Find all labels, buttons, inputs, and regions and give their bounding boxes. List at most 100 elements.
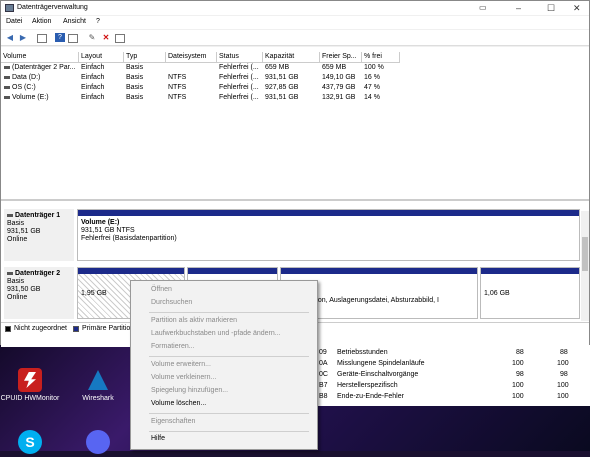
cell-percent-free: 47 % [364,84,380,91]
attr-current: 100 [512,393,524,400]
edit-icon[interactable]: ✎ [87,33,97,42]
menu-bar: Datei Aktion Ansicht ? [1,16,589,29]
menu-datei[interactable]: Datei [6,18,22,25]
cell-type: Basis [126,64,144,71]
attr-worst: 98 [560,371,568,378]
cell-status: Fehlerfrei (... [219,74,259,81]
app-icon [5,4,14,12]
col-status[interactable]: Status [217,52,263,63]
menu-item-open[interactable]: Öffnen [151,285,172,295]
menu-separator [149,312,309,313]
menu-help[interactable]: ? [96,18,100,25]
cell-volume: OS (C:) [4,83,79,93]
desktop-icon-skype[interactable]: S [0,430,60,457]
close-button[interactable]: ✕ [573,3,581,14]
cell-layout: Einfach [81,74,105,81]
delete-icon[interactable]: ✕ [101,33,111,42]
partition-disk2-4[interactable]: 1,06 GB [480,267,580,319]
scrollbar-thumb[interactable] [582,237,588,271]
snap-icon[interactable]: ▭ [479,3,487,12]
volume-name: OS (C:) [12,84,36,91]
cell-percent-free: 16 % [364,74,380,81]
vertical-scrollbar[interactable] [581,211,589,321]
cell-capacity: 927,85 GB [265,84,299,91]
forward-icon[interactable]: ▶ [18,33,28,42]
attr-worst: 100 [557,393,569,400]
attr-id: B7 [319,382,328,389]
attr-current: 100 [512,382,524,389]
legend-unallocated: Nicht zugeordnet [14,325,67,332]
cell-volume: Volume (E:) [4,93,79,103]
table-row: 0C Geräte-Einschaltvorgänge 98 98 [314,370,590,381]
table-row[interactable]: Data (D:) Einfach Basis NTFS Fehlerfrei … [1,73,589,83]
cell-volume: (Datenträger 2 Par... [4,63,79,73]
col-percent-free[interactable]: % frei [362,52,400,63]
unallocated-swatch [5,326,11,332]
disk-2-label[interactable]: Datenträger 2 Basis 931,50 GB Online [4,267,74,319]
attr-id: 09 [319,349,327,356]
cell-capacity: 659 MB [265,64,290,71]
menu-item-format[interactable]: Formatieren... [151,342,195,352]
primary-partition-bar [281,268,477,274]
col-free-space[interactable]: Freier Sp... [320,52,362,63]
menu-separator [149,413,309,414]
menu-item-change-drive-letter[interactable]: Laufwerkbuchstaben und -pfade ändern... [151,329,281,339]
minimize-button[interactable]: – [516,3,521,13]
disk-1-label[interactable]: Datenträger 1 Basis 931,51 GB Online [4,209,74,261]
cell-filesystem: NTFS [168,94,187,101]
menu-item-add-mirror[interactable]: Spiegelung hinzufügen... [151,386,228,396]
smart-attributes-table: 09 Betriebsstunden 88 88 0A Misslungene … [313,345,590,406]
disk-status: Online [7,294,28,301]
volume-name: Data (D:) [12,74,41,81]
maximize-button[interactable]: ☐ [547,3,555,14]
properties-icon[interactable] [115,34,125,43]
desktop-icon-hwmonitor[interactable]: CPUID HWMonitor [0,368,60,402]
table-row[interactable]: (Datenträger 2 Par... Einfach Basis Fehl… [1,63,589,73]
menu-item-browse[interactable]: Durchsuchen [151,298,192,308]
col-volume[interactable]: Volume [1,52,79,63]
disk-name: Datenträger 1 [15,212,61,219]
window-title: Datenträgerverwaltung [17,4,88,11]
table-row: 09 Betriebsstunden 88 88 [314,348,590,359]
table-row: B7 Herstellerspezifisch 100 100 [314,381,590,392]
cell-filesystem: NTFS [168,74,187,81]
partition-size: 1,06 GB [484,290,510,297]
grid-icon[interactable] [37,34,47,43]
cell-type: Basis [126,94,144,101]
discord-icon [86,430,110,454]
disk-size: 931,50 GB [7,286,41,293]
help-icon[interactable]: ? [55,33,65,42]
attr-current: 88 [516,349,524,356]
table-row[interactable]: Volume (E:) Einfach Basis NTFS Fehlerfre… [1,93,589,103]
table-row: B8 Ende-zu-Ende-Fehler 100 100 [314,392,590,403]
col-type[interactable]: Typ [124,52,166,63]
primary-partition-bar [188,268,277,274]
primary-partition-bar [78,268,184,274]
list-icon[interactable] [68,34,78,43]
primary-partition-bar [78,210,579,216]
partition-volume-e[interactable]: Volume (E:) 931,51 GB NTFS Fehlerfrei (B… [77,209,580,261]
menu-aktion[interactable]: Aktion [32,18,51,25]
menu-item-properties[interactable]: Eigenschaften [151,417,195,427]
menu-item-extend-volume[interactable]: Volume erweitern... [151,360,211,370]
menu-item-mark-active[interactable]: Partition als aktiv markieren [151,316,237,326]
title-bar[interactable]: Datenträgerverwaltung ▭ – ☐ ✕ [1,1,589,15]
desktop-icon-wireshark[interactable]: Wireshark [68,368,128,402]
col-filesystem[interactable]: Dateisystem [166,52,217,63]
col-capacity[interactable]: Kapazität [263,52,320,63]
cell-status: Fehlerfrei (... [219,84,259,91]
menu-item-help[interactable]: Hilfe [151,434,165,444]
menu-ansicht[interactable]: Ansicht [63,18,86,25]
attr-worst: 88 [560,349,568,356]
drive-icon [7,213,13,217]
menu-separator [149,431,309,432]
disk-size: 931,51 GB [7,228,41,235]
menu-item-delete-volume[interactable]: Volume löschen... [151,399,206,409]
attr-name: Herstellerspezifisch [337,382,398,389]
back-icon[interactable]: ◀ [5,33,15,42]
disk-name: Datenträger 2 [15,270,61,277]
col-layout[interactable]: Layout [79,52,124,63]
menu-item-shrink-volume[interactable]: Volume verkleinern... [151,373,216,383]
desktop-icon-discord[interactable] [68,430,128,457]
table-row[interactable]: OS (C:) Einfach Basis NTFS Fehlerfrei (.… [1,83,589,93]
